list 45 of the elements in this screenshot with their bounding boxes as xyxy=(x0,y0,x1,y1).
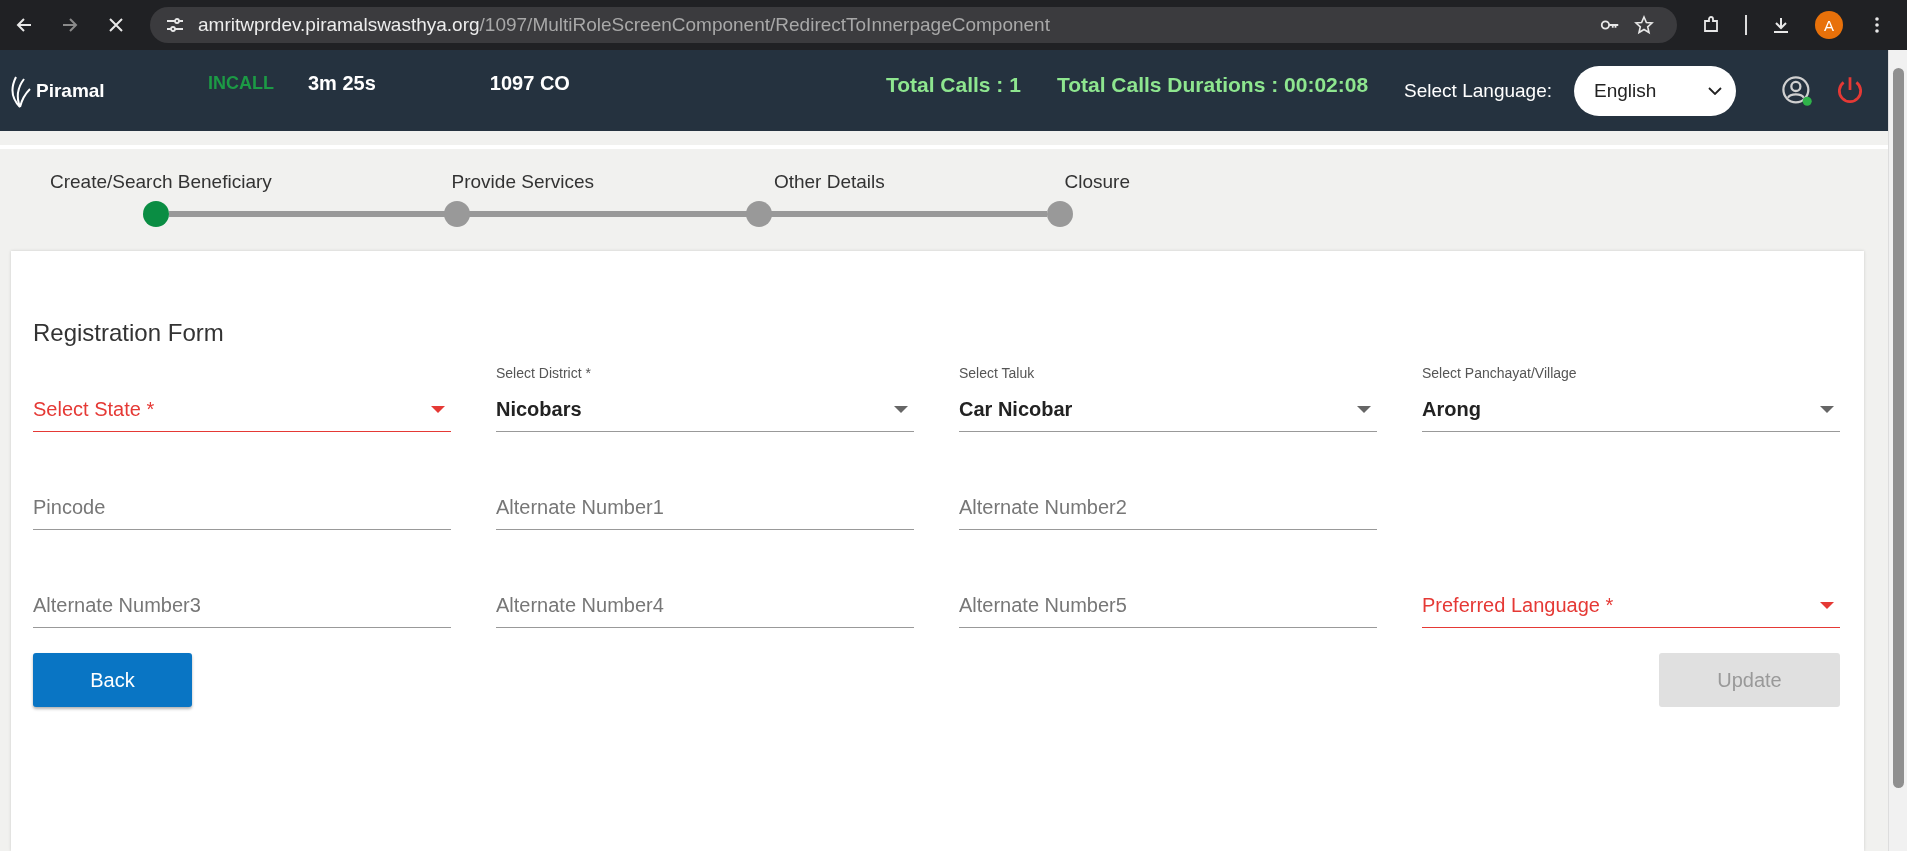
call-timer: 3m 25s xyxy=(308,72,376,95)
step-label: Closure xyxy=(1064,171,1130,193)
step-label: Provide Services xyxy=(451,171,595,193)
total-calls: Total Calls : 1 xyxy=(885,72,1021,97)
input-field[interactable]: Alternate Number3 xyxy=(33,553,451,628)
role-label: 1097 CO xyxy=(489,72,570,95)
input-field[interactable]: Pincode xyxy=(33,455,451,530)
input-field[interactable]: Alternate Number1 xyxy=(496,455,914,530)
select-field[interactable]: Preferred Language * xyxy=(1422,553,1840,628)
logo-text: Piramal xyxy=(36,79,105,102)
download-icon[interactable] xyxy=(1771,15,1791,35)
step-dot[interactable] xyxy=(745,201,772,227)
total-duration: Total Calls Durations : 00:02:08 xyxy=(1056,72,1369,97)
language-label: Select Language: xyxy=(1404,79,1552,102)
scrollbar[interactable] xyxy=(1888,50,1907,851)
form-title: Registration Form xyxy=(33,319,225,347)
select-field[interactable]: Select Taluk Car Nicobar xyxy=(959,357,1377,432)
language-select[interactable]: English xyxy=(1574,65,1736,116)
step-label: Create/Search Beneficiary xyxy=(50,171,272,193)
step-dot[interactable] xyxy=(444,201,471,227)
scrollbar-thumb[interactable] xyxy=(1893,68,1904,788)
input-field[interactable]: Alternate Number2 xyxy=(959,455,1377,530)
input-field[interactable]: Alternate Number5 xyxy=(959,553,1377,628)
step-dot[interactable] xyxy=(143,201,169,227)
input-field[interactable]: Alternate Number4 xyxy=(496,553,914,628)
call-status: INCALL xyxy=(208,73,275,94)
caret-icon[interactable] xyxy=(1820,601,1834,609)
select-field[interactable]: Select State * xyxy=(33,357,451,432)
extensions-icon[interactable] xyxy=(1701,15,1721,35)
form-button[interactable]: Back xyxy=(33,653,192,707)
step-dot[interactable] xyxy=(1047,201,1073,227)
url-text: amritwprdev.piramalswasthya.org/1097/MultiRoleScreenComponent/RedirectToInnerpageComponent xyxy=(198,14,1050,36)
profile-avatar[interactable]: A xyxy=(1815,11,1843,39)
address-bar[interactable]: amritwprdev.piramalswasthya.org/1097/MultiRoleScreenComponent/RedirectToInnerpageComponent xyxy=(150,7,1677,43)
star-icon[interactable] xyxy=(1633,15,1655,35)
chevron-down-icon[interactable] xyxy=(1708,86,1722,95)
select-field[interactable]: Select District * Nicobars xyxy=(496,357,914,432)
caret-icon[interactable] xyxy=(894,405,908,413)
select-field[interactable]: Select Panchayat/Village Arong xyxy=(1422,357,1840,432)
user-account-icon[interactable] xyxy=(1780,73,1814,108)
caret-icon[interactable] xyxy=(431,405,445,413)
site-settings-icon xyxy=(164,15,186,35)
caret-icon[interactable] xyxy=(1357,405,1371,413)
step-label: Other Details xyxy=(773,171,885,193)
caret-icon[interactable] xyxy=(1820,405,1834,413)
